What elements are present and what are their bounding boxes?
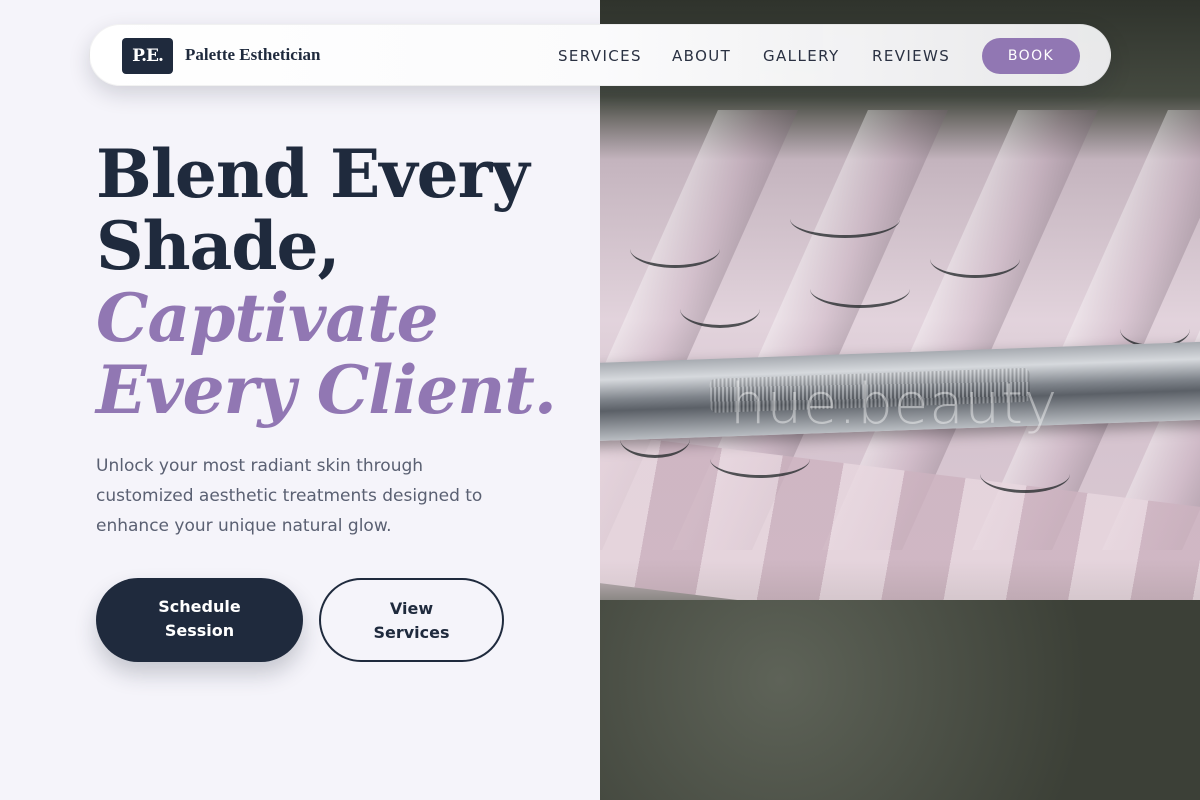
eyelash-strip bbox=[630, 230, 720, 268]
view-services-button[interactable]: View Services bbox=[319, 578, 504, 662]
headline-line: Shade, bbox=[96, 207, 341, 285]
top-navbar: P.E. Palette Esthetician SERVICES ABOUT … bbox=[89, 24, 1111, 86]
nav-link-gallery[interactable]: GALLERY bbox=[763, 47, 840, 65]
photo-background bbox=[600, 600, 1200, 800]
eyelash-strip bbox=[680, 290, 760, 328]
button-label: Services bbox=[373, 623, 450, 642]
eyelash-strip bbox=[930, 240, 1020, 278]
nav-link-services[interactable]: SERVICES bbox=[558, 47, 642, 65]
nav-link-about[interactable]: ABOUT bbox=[672, 47, 731, 65]
nav-link-reviews[interactable]: REVIEWS bbox=[872, 47, 950, 65]
button-label: Schedule bbox=[158, 597, 241, 616]
button-label: Session bbox=[164, 621, 235, 640]
book-button[interactable]: BOOK bbox=[982, 38, 1080, 74]
eyelash-strip bbox=[810, 270, 910, 308]
brand-name[interactable]: Palette Esthetician bbox=[185, 45, 321, 65]
headline-accent-line: Captivate bbox=[96, 279, 439, 357]
button-label: View bbox=[389, 599, 434, 618]
hero-headline: Blend Every Shade, Captivate Every Clien… bbox=[96, 135, 557, 429]
photo-watermark: hue.beauty bbox=[730, 372, 1059, 437]
eyelash-strip bbox=[790, 200, 900, 238]
eyelash-strip bbox=[980, 455, 1070, 493]
eyelash-strip bbox=[710, 440, 810, 478]
brand-logo-icon[interactable]: P.E. bbox=[122, 38, 173, 74]
hero-lead-text: Unlock your most radiant skin through cu… bbox=[96, 456, 483, 536]
schedule-session-button[interactable]: Schedule Session bbox=[96, 578, 303, 662]
headline-accent-line: Every Client. bbox=[96, 351, 557, 429]
headline-line: Blend Every bbox=[96, 135, 530, 213]
